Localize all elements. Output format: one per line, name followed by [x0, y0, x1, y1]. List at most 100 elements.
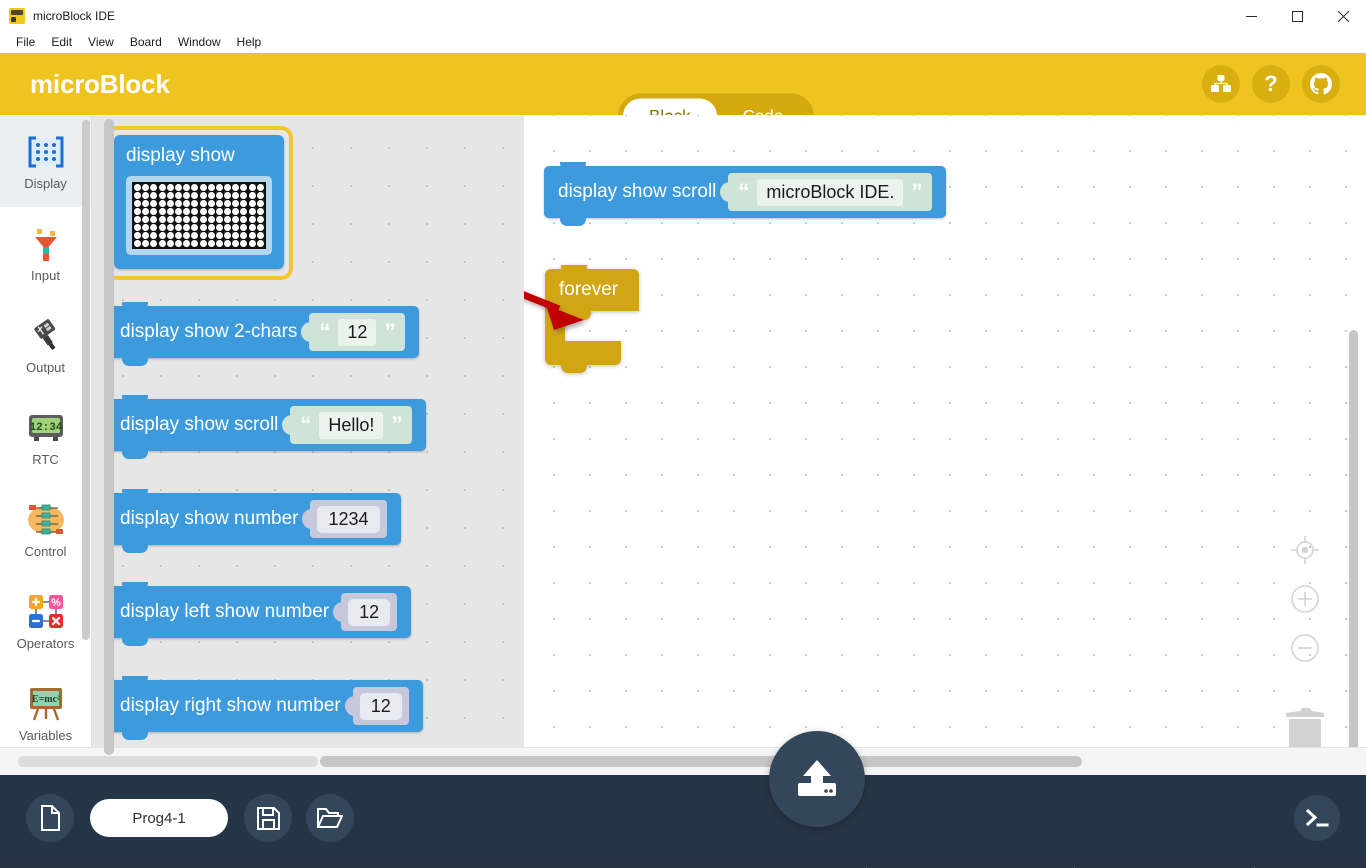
center-target-icon[interactable]: [1290, 535, 1320, 570]
led-dot[interactable]: [240, 192, 248, 199]
led-dot[interactable]: [215, 208, 223, 215]
project-name-field[interactable]: Prog4-1: [90, 799, 228, 837]
led-dot[interactable]: [240, 216, 248, 223]
led-dot[interactable]: [183, 240, 191, 247]
led-dot[interactable]: [248, 184, 256, 191]
led-dot[interactable]: [232, 208, 240, 215]
field-value[interactable]: 1234: [317, 505, 380, 533]
led-dot[interactable]: [232, 216, 240, 223]
led-dot[interactable]: [199, 232, 207, 239]
led-dot[interactable]: [183, 216, 191, 223]
workspace-block-display-show-scroll[interactable]: display show scroll “ microBlock IDE. ”: [544, 162, 947, 226]
led-dot[interactable]: [183, 232, 191, 239]
led-dot[interactable]: [191, 232, 199, 239]
led-dot[interactable]: [142, 240, 150, 247]
led-dot[interactable]: [256, 200, 264, 207]
github-icon[interactable]: [1302, 65, 1340, 103]
led-dot[interactable]: [134, 240, 141, 247]
led-dot[interactable]: [150, 216, 158, 223]
open-folder-icon[interactable]: [306, 794, 354, 842]
sidebar-item-rtc[interactable]: 12:34 RTC: [0, 391, 91, 483]
led-dot[interactable]: [158, 232, 166, 239]
palette-block-display-right-show-number[interactable]: display right show number 12: [106, 676, 423, 740]
led-dot[interactable]: [224, 200, 232, 207]
led-dot[interactable]: [199, 184, 207, 191]
led-dot[interactable]: [207, 200, 215, 207]
sidebar-item-output[interactable]: Output: [0, 299, 91, 391]
sidebar-item-display[interactable]: Display: [0, 115, 91, 207]
led-dot[interactable]: [174, 208, 182, 215]
number-input-field[interactable]: 12: [344, 687, 409, 725]
led-dot[interactable]: [207, 184, 215, 191]
led-dot[interactable]: [199, 224, 207, 231]
menu-window[interactable]: Window: [170, 33, 229, 52]
led-dot[interactable]: [134, 184, 141, 191]
led-dot[interactable]: [256, 232, 264, 239]
led-dot[interactable]: [174, 200, 182, 207]
led-grid[interactable]: [132, 182, 266, 249]
palette-scrollbar[interactable]: [104, 119, 114, 755]
led-dot[interactable]: [224, 192, 232, 199]
led-dot[interactable]: [240, 208, 248, 215]
led-dot[interactable]: [174, 240, 182, 247]
menu-help[interactable]: Help: [229, 33, 270, 52]
led-dot[interactable]: [232, 184, 240, 191]
led-dot[interactable]: [183, 184, 191, 191]
palette-horizontal-scrollbar[interactable]: [18, 756, 318, 767]
led-dot[interactable]: [183, 192, 191, 199]
led-dot[interactable]: [248, 208, 256, 215]
led-dot[interactable]: [207, 192, 215, 199]
led-dot[interactable]: [158, 184, 166, 191]
led-dot[interactable]: [150, 192, 158, 199]
close-icon[interactable]: [1320, 0, 1366, 32]
led-dot[interactable]: [215, 192, 223, 199]
led-dot[interactable]: [224, 208, 232, 215]
led-dot[interactable]: [215, 184, 223, 191]
zoom-in-icon[interactable]: [1290, 584, 1320, 619]
led-dot[interactable]: [191, 216, 199, 223]
led-dot[interactable]: [166, 184, 174, 191]
palette-block-display-show[interactable]: display show: [105, 126, 293, 280]
led-dot[interactable]: [142, 216, 150, 223]
led-dot[interactable]: [191, 192, 199, 199]
sidebar-item-input[interactable]: Input: [0, 207, 91, 299]
led-dot[interactable]: [199, 208, 207, 215]
led-dot[interactable]: [166, 216, 174, 223]
led-dot[interactable]: [174, 184, 182, 191]
led-dot[interactable]: [166, 224, 174, 231]
help-icon[interactable]: ?: [1252, 65, 1290, 103]
led-dot[interactable]: [150, 232, 158, 239]
led-dot[interactable]: [142, 224, 150, 231]
led-dot[interactable]: [224, 232, 232, 239]
led-dot[interactable]: [215, 240, 223, 247]
led-dot[interactable]: [207, 208, 215, 215]
sidebar-scrollbar[interactable]: [82, 120, 90, 640]
led-dot[interactable]: [174, 216, 182, 223]
led-dot[interactable]: [166, 240, 174, 247]
led-dot[interactable]: [150, 224, 158, 231]
canvas-horizontal-scrollbar[interactable]: [320, 756, 1082, 767]
led-dot[interactable]: [248, 232, 256, 239]
led-dot[interactable]: [174, 224, 182, 231]
led-dot[interactable]: [199, 240, 207, 247]
led-dot[interactable]: [199, 216, 207, 223]
led-dot[interactable]: [191, 200, 199, 207]
led-dot[interactable]: [207, 224, 215, 231]
led-dot[interactable]: [207, 232, 215, 239]
led-dot[interactable]: [256, 240, 264, 247]
led-dot[interactable]: [199, 200, 207, 207]
led-dot[interactable]: [158, 224, 166, 231]
led-dot[interactable]: [240, 184, 248, 191]
field-value[interactable]: 12: [348, 598, 391, 626]
workspace-canvas[interactable]: display show scroll “ microBlock IDE. ” …: [524, 115, 1366, 775]
led-dot[interactable]: [248, 200, 256, 207]
palette-block-display-show-scroll[interactable]: display show scroll “ Hello! ”: [106, 395, 427, 459]
led-dot[interactable]: [232, 232, 240, 239]
menu-view[interactable]: View: [80, 33, 122, 52]
led-dot[interactable]: [174, 192, 182, 199]
field-value[interactable]: 12: [359, 692, 402, 720]
led-dot[interactable]: [240, 240, 248, 247]
led-dot[interactable]: [224, 216, 232, 223]
led-dot[interactable]: [191, 184, 199, 191]
led-dot[interactable]: [240, 200, 248, 207]
